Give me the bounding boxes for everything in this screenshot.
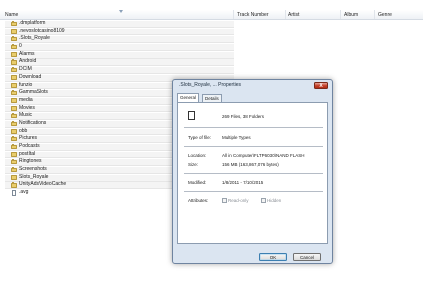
item-label: Android <box>19 58 37 65</box>
item-label: Pictures <box>19 135 38 142</box>
column-name[interactable]: Name <box>5 11 18 19</box>
folder-icon <box>11 120 17 127</box>
item-label: UnityAdsVideoCache <box>19 181 67 188</box>
column-header: Name Track Number Artist Album Genre <box>0 10 423 20</box>
item-label: media <box>19 96 33 103</box>
folder-row[interactable]: .Slots_Royale <box>2 35 234 44</box>
item-label: Notifications <box>19 119 47 126</box>
folder-icon <box>11 51 17 57</box>
item-label: Screenshots <box>19 166 47 173</box>
folder-icon <box>11 90 17 96</box>
divider <box>184 191 323 192</box>
item-label: Alarms <box>19 50 35 57</box>
folder-icon <box>11 97 17 103</box>
item-label: Podcasts <box>19 143 40 149</box>
column-artist[interactable]: Artist <box>288 11 299 19</box>
folder-row[interactable]: DCIM <box>2 66 234 74</box>
readonly-label: Read-only <box>228 198 249 203</box>
modified-label: Modified: <box>188 180 207 185</box>
item-label: GammaSlots <box>19 89 48 96</box>
column-divider[interactable] <box>340 10 341 19</box>
folder-icon <box>11 44 17 50</box>
folder-row[interactable]: 0 <box>2 43 234 51</box>
item-label: obb <box>19 127 28 134</box>
item-label: 0 <box>19 43 22 50</box>
folder-row[interactable]: Android <box>2 58 234 67</box>
column-divider[interactable] <box>285 10 286 19</box>
item-label: .dmplatform <box>19 20 46 26</box>
item-label: funzio <box>19 81 33 88</box>
sort-arrow-icon <box>119 10 123 13</box>
folder-icon <box>11 136 17 142</box>
column-album[interactable]: Album <box>344 11 358 19</box>
folder-icon <box>11 67 17 73</box>
divider <box>184 146 323 147</box>
item-label: Ringtones <box>19 158 42 165</box>
folder-icon <box>11 82 17 88</box>
file-count: 269 Files, 38 Folders <box>222 114 265 119</box>
size-label: Size: <box>188 162 199 167</box>
folder-icon <box>11 182 17 188</box>
folder-row[interactable]: .nevoslotcasino8109 <box>2 27 234 36</box>
folder-icon <box>11 59 17 65</box>
tab-general[interactable]: General <box>177 93 200 102</box>
readonly-checkbox[interactable] <box>222 198 227 203</box>
folder-row[interactable]: .dmplatform <box>2 20 234 28</box>
item-label: Slots_Royale <box>19 173 49 180</box>
ok-button[interactable]: OK <box>259 253 287 261</box>
close-button[interactable]: X <box>314 82 328 89</box>
item-label: .Slots_Royale <box>19 35 50 42</box>
folder-row[interactable]: Alarms <box>2 50 234 59</box>
column-track-number[interactable]: Track Number <box>237 11 269 19</box>
item-label: .nevoslotcasino8109 <box>19 27 65 34</box>
folder-icon <box>11 159 17 165</box>
folder-icon <box>11 128 17 134</box>
folder-icon <box>11 36 17 42</box>
item-label: postItal <box>19 150 36 157</box>
folder-icon <box>11 74 17 80</box>
item-label: Download <box>19 73 42 80</box>
cancel-button[interactable]: Cancel <box>293 253 321 261</box>
type-label: Type of file: <box>188 135 212 140</box>
hidden-checkbox[interactable] <box>261 198 266 203</box>
folder-icon <box>11 174 17 180</box>
modified-value: 1/8/2011 - 7/10/2015 <box>222 180 264 185</box>
size-value: 156 MB (163,867,076 bytes) <box>222 162 279 167</box>
folder-icon <box>11 151 17 157</box>
location-label: Location: <box>188 153 207 158</box>
type-value: Multiple Types <box>222 135 251 140</box>
folder-icon <box>11 105 17 111</box>
folder-icon <box>11 113 17 119</box>
file-icon <box>12 190 16 196</box>
location-value: All in Computer\FLTP6030\NAND FLASH <box>222 153 305 158</box>
tab-details[interactable]: Details <box>202 94 222 102</box>
folder-icon <box>11 28 17 34</box>
hidden-label: Hidden <box>267 198 282 203</box>
column-divider[interactable] <box>233 10 234 19</box>
folder-icon <box>11 167 17 173</box>
item-label: Movies <box>19 104 35 111</box>
divider <box>184 173 323 174</box>
folder-icon <box>11 144 17 150</box>
general-panel: 269 Files, 38 Folders Type of file: Mult… <box>177 102 328 244</box>
item-label: Music <box>19 112 33 119</box>
dialog-title: .Slots_Royale, ... Properties <box>179 82 241 88</box>
item-label: .avg <box>19 189 29 196</box>
properties-dialog: .Slots_Royale, ... Properties X General … <box>172 79 333 264</box>
folder-icon <box>11 21 17 27</box>
attributes-label: Attributes: <box>188 198 209 203</box>
column-genre[interactable]: Genre <box>378 11 392 19</box>
multiple-files-icon <box>188 109 198 120</box>
column-divider[interactable] <box>374 10 375 19</box>
divider <box>184 127 323 128</box>
item-label: DCIM <box>19 66 32 73</box>
